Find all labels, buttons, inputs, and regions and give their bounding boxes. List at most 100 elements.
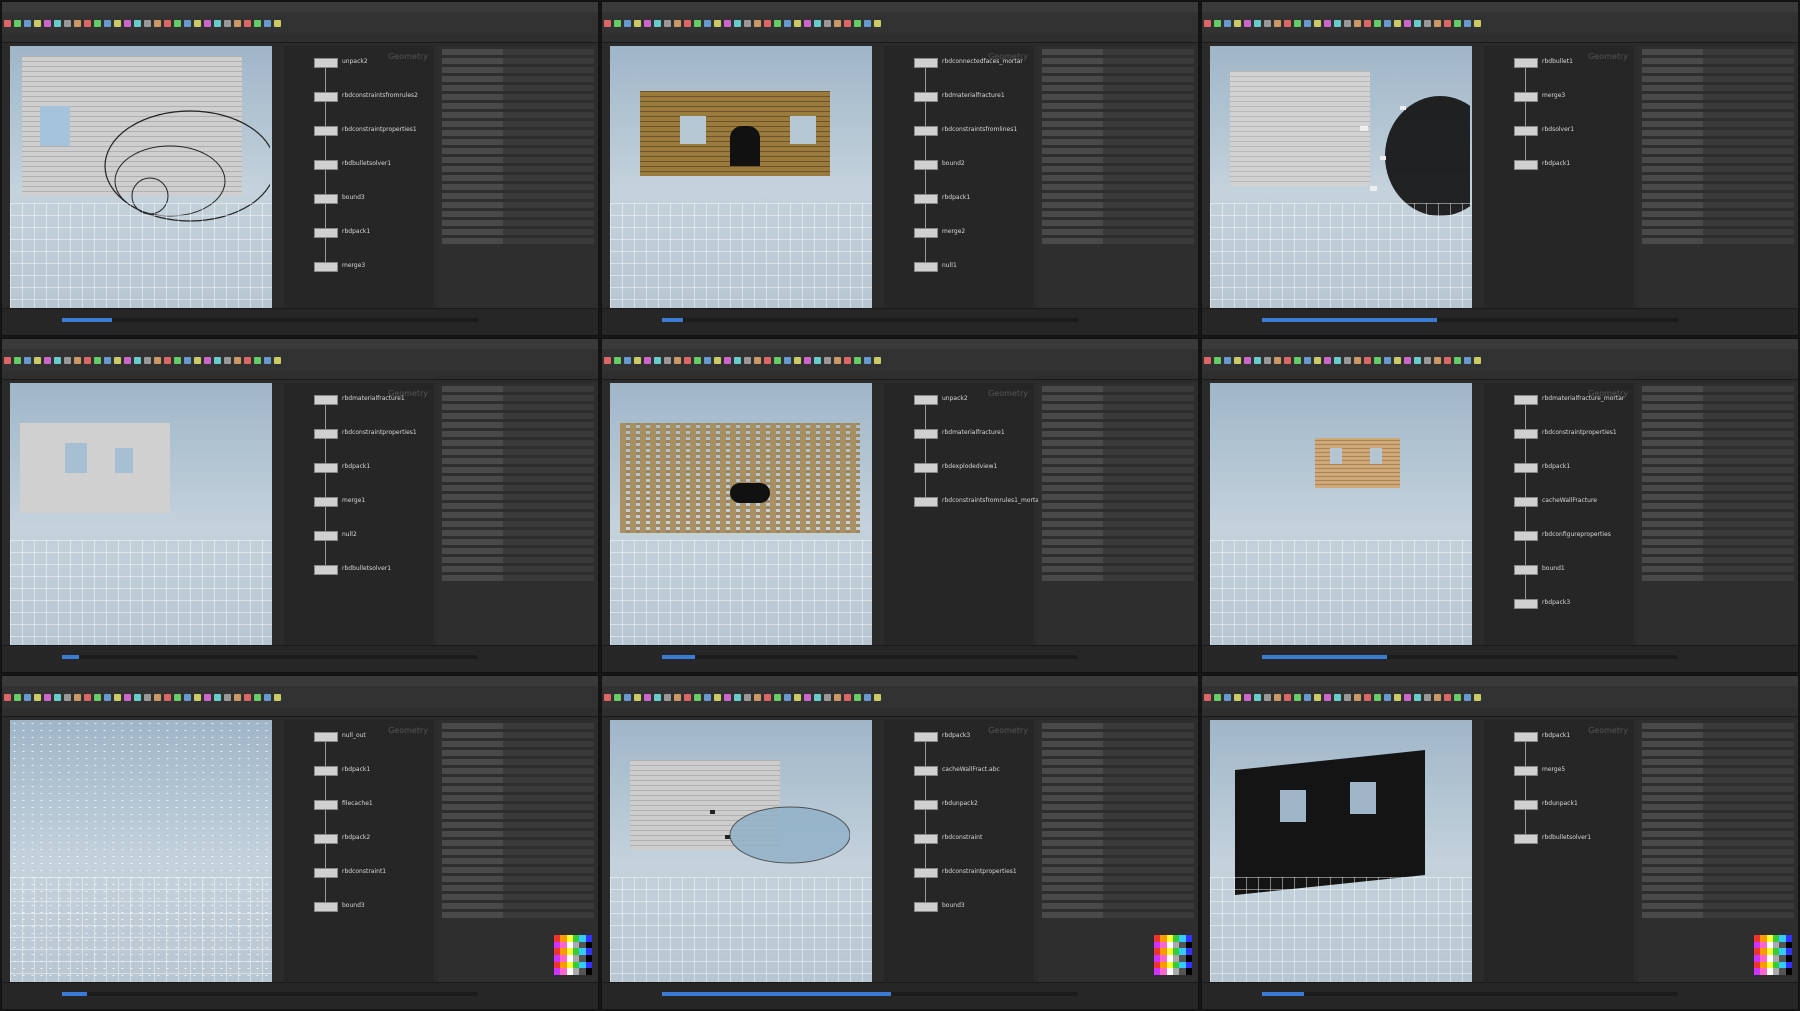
parameter-editor[interactable] xyxy=(1638,46,1798,308)
color-palette[interactable] xyxy=(554,935,592,975)
shelf-tool-icon[interactable] xyxy=(694,20,701,27)
shelf-tool-icon[interactable] xyxy=(1244,20,1251,27)
network-editor[interactable]: Geometry null_out rbdpack1 filecache1 rbdpa… xyxy=(284,720,434,982)
shelf-tool-icon[interactable] xyxy=(1414,357,1421,364)
shelf-tool-icon[interactable] xyxy=(154,357,161,364)
shelf-tool-icon[interactable] xyxy=(1224,20,1231,27)
network-node[interactable] xyxy=(314,395,338,405)
network-editor[interactable]: Geometry rbdconnectedfaces_mortar rbdmate… xyxy=(884,46,1034,308)
shelf-tool-icon[interactable] xyxy=(844,694,851,701)
parameter-row[interactable] xyxy=(1642,840,1794,846)
shelf-tool-icon[interactable] xyxy=(4,694,11,701)
shelf-tool-icon[interactable] xyxy=(1374,357,1381,364)
parameter-row[interactable] xyxy=(1642,130,1794,136)
display-options[interactable] xyxy=(1472,720,1479,982)
timeline-track[interactable] xyxy=(1262,318,1678,322)
shelf-tool-icon[interactable] xyxy=(1354,20,1361,27)
shelf-tool-icon[interactable] xyxy=(754,694,761,701)
timeline[interactable] xyxy=(1202,308,1798,335)
parameter-row[interactable] xyxy=(1642,103,1794,109)
parameter-row[interactable] xyxy=(1642,750,1794,756)
shelf-tool-icon[interactable] xyxy=(274,357,281,364)
parameter-row[interactable] xyxy=(1042,557,1194,563)
parameter-row[interactable] xyxy=(442,58,594,64)
parameter-row[interactable] xyxy=(1042,94,1194,100)
shelf-tool-icon[interactable] xyxy=(1474,694,1481,701)
shelf-tool-icon[interactable] xyxy=(224,694,231,701)
shelf-tool-icon[interactable] xyxy=(244,694,251,701)
shelf-tool-icon[interactable] xyxy=(1404,20,1411,27)
shelf-tool-icon[interactable] xyxy=(34,20,41,27)
network-node[interactable] xyxy=(1514,463,1538,473)
parameter-row[interactable] xyxy=(1042,85,1194,91)
shelf-tool-icon[interactable] xyxy=(14,20,21,27)
shelf-tool-icon[interactable] xyxy=(84,357,91,364)
parameter-row[interactable] xyxy=(442,467,594,473)
shelf-tool-icon[interactable] xyxy=(844,20,851,27)
parameter-row[interactable] xyxy=(1042,112,1194,118)
scene-viewport[interactable] xyxy=(1210,383,1472,645)
parameter-row[interactable] xyxy=(442,566,594,572)
scene-viewport[interactable] xyxy=(10,720,272,982)
parameter-row[interactable] xyxy=(1642,166,1794,172)
scene-viewport[interactable] xyxy=(1210,720,1472,982)
parameter-row[interactable] xyxy=(1642,795,1794,801)
parameter-row[interactable] xyxy=(442,85,594,91)
shelf-tool-icon[interactable] xyxy=(1314,20,1321,27)
shelf-tool-icon[interactable] xyxy=(44,357,51,364)
shelf-tool-icon[interactable] xyxy=(604,20,611,27)
shelf-tool-icon[interactable] xyxy=(1354,357,1361,364)
shelf-tool-icon[interactable] xyxy=(1294,20,1301,27)
shelf-tool-icon[interactable] xyxy=(1384,20,1391,27)
shelf-tool-icon[interactable] xyxy=(104,20,111,27)
parameter-row[interactable] xyxy=(1642,723,1794,729)
parameter-row[interactable] xyxy=(1042,422,1194,428)
parameter-row[interactable] xyxy=(1642,220,1794,226)
shelf-tool-icon[interactable] xyxy=(1374,20,1381,27)
scene-viewport[interactable] xyxy=(610,383,872,645)
shelf-tool-icon[interactable] xyxy=(1224,357,1231,364)
shelf-tool-icon[interactable] xyxy=(224,20,231,27)
parameter-row[interactable] xyxy=(1042,211,1194,217)
parameter-row[interactable] xyxy=(442,67,594,73)
shelf-tool-icon[interactable] xyxy=(1214,694,1221,701)
parameter-row[interactable] xyxy=(442,175,594,181)
parameter-row[interactable] xyxy=(1042,786,1194,792)
parameter-row[interactable] xyxy=(1642,894,1794,900)
parameter-row[interactable] xyxy=(442,431,594,437)
parameter-row[interactable] xyxy=(1642,238,1794,244)
pane-tabs[interactable] xyxy=(1202,34,1798,43)
parameter-row[interactable] xyxy=(442,166,594,172)
parameter-row[interactable] xyxy=(442,395,594,401)
network-node[interactable] xyxy=(1514,160,1538,170)
parameter-row[interactable] xyxy=(1042,867,1194,873)
shelf-tool-icon[interactable] xyxy=(644,20,651,27)
network-node[interactable] xyxy=(914,126,938,136)
shelf-tool-icon[interactable] xyxy=(1424,20,1431,27)
network-node[interactable] xyxy=(314,902,338,912)
parameter-row[interactable] xyxy=(442,494,594,500)
network-node[interactable] xyxy=(314,463,338,473)
parameter-row[interactable] xyxy=(442,912,594,918)
parameter-row[interactable] xyxy=(1642,539,1794,545)
shelf-tool-icon[interactable] xyxy=(214,694,221,701)
shelf-tool-icon[interactable] xyxy=(1394,20,1401,27)
shelf-tool-icon[interactable] xyxy=(144,20,151,27)
shelf-tool-icon[interactable] xyxy=(684,357,691,364)
shelf-tool-icon[interactable] xyxy=(1394,357,1401,364)
display-options[interactable] xyxy=(872,46,879,308)
shelf-tool-icon[interactable] xyxy=(24,357,31,364)
pane-tabs[interactable] xyxy=(602,371,1198,380)
shelf-tool-icon[interactable] xyxy=(1224,694,1231,701)
scene-viewport[interactable] xyxy=(10,383,272,645)
parameter-row[interactable] xyxy=(442,449,594,455)
shelf-tool-icon[interactable] xyxy=(1464,20,1471,27)
network-editor[interactable]: Geometry rbdbullet1 merge3 rbdsolver1 rbdpa… xyxy=(1484,46,1634,308)
parameter-row[interactable] xyxy=(442,76,594,82)
parameter-row[interactable] xyxy=(1642,822,1794,828)
parameter-row[interactable] xyxy=(1642,903,1794,909)
parameter-row[interactable] xyxy=(442,476,594,482)
parameter-row[interactable] xyxy=(1042,530,1194,536)
network-node[interactable] xyxy=(1514,834,1538,844)
scene-viewport[interactable] xyxy=(610,46,872,308)
